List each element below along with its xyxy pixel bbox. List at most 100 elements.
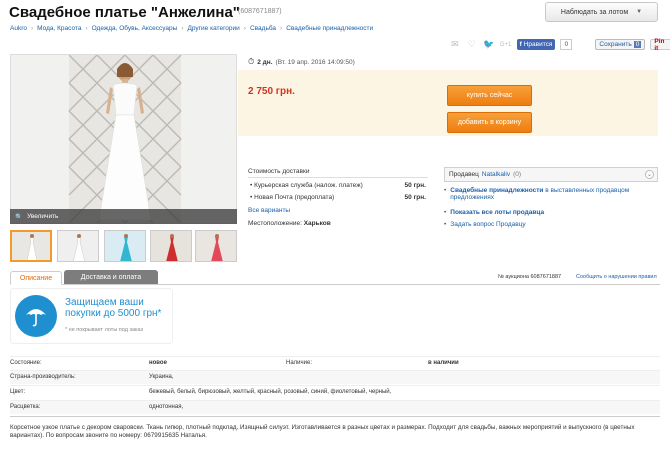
seller-link-category[interactable]: • Свадебные принадлежности в выставленны… <box>444 187 658 201</box>
attribute-value: в наличии <box>428 360 459 366</box>
watch-lot-button[interactable]: Наблюдать за лотом ▼ <box>545 2 658 22</box>
like-icon[interactable]: ♡ <box>466 39 478 50</box>
bullet: • <box>444 187 447 194</box>
buy-now-button[interactable]: купить сейчас <box>447 85 532 106</box>
breadcrumb-separator: › <box>85 25 88 32</box>
bullet: • <box>444 209 447 216</box>
divider <box>10 416 660 417</box>
divider <box>248 177 428 178</box>
breadcrumb: Aukro › Мода, Красота › Одежда, Обувь, Акс… <box>10 25 373 32</box>
breadcrumb-item[interactable]: Одежда, Обувь, Аксессуары <box>92 25 178 32</box>
attribute-label: Наличие: <box>286 360 313 366</box>
breadcrumb-separator: › <box>30 25 34 32</box>
attribute-value: однотонная, <box>149 404 184 410</box>
attribute-value: новое <box>149 360 167 366</box>
breadcrumb-item[interactable]: Свадьба <box>250 25 276 32</box>
protection-title: Защищаем ваши покупки до 5000 грн* <box>65 297 162 319</box>
seller-rating: (0) <box>513 171 522 178</box>
breadcrumb-item[interactable]: Мода, Красота <box>37 25 81 32</box>
thumbnail-4[interactable] <box>150 230 192 262</box>
attribute-row: Страна-производитель: Украина, <box>10 370 660 384</box>
attribute-row: Состояние: новое Наличие: в наличии <box>10 356 660 370</box>
breadcrumb-separator: › <box>243 25 246 32</box>
delivery-title: Стоимость доставки <box>248 168 310 175</box>
magnifier-icon: 🔍 <box>15 213 24 221</box>
attribute-value: Украина, <box>149 374 174 380</box>
attribute-label: Расцветка: <box>10 404 41 410</box>
location: Местоположение: Харьков <box>248 220 331 227</box>
zoom-label: Увеличить <box>27 213 59 220</box>
tab-delivery-payment[interactable]: Доставка и оплата <box>64 270 158 284</box>
google-plus-icon[interactable]: G+1 <box>500 40 512 50</box>
seller-link-all-lots[interactable]: • Показать все лоты продавца <box>444 209 658 216</box>
breadcrumb-item[interactable]: Другие категории <box>187 25 239 32</box>
wedding-dress-photo <box>11 55 236 223</box>
seller-link-text: Задать вопрос Продавцу <box>450 221 526 228</box>
attribute-label: Цвет: <box>10 389 26 395</box>
breadcrumb-separator: › <box>280 25 283 32</box>
price: 2 750 грн. <box>248 86 295 97</box>
social-bar: ✉ ♡ 🐦 G+1 f Нравится 0 Сохранить 0 Pin i… <box>449 37 670 52</box>
thumbnail-1[interactable] <box>10 230 52 262</box>
email-icon[interactable]: ✉ <box>449 39 461 50</box>
seller-header[interactable]: Продавец Natalkaliv (0) ⌄ <box>444 167 658 182</box>
chevron-down-icon[interactable]: ⌄ <box>645 170 654 179</box>
facebook-icon: f <box>519 41 522 48</box>
bullet: • <box>444 221 447 228</box>
pinterest-button[interactable]: Pin it <box>650 37 670 52</box>
thumbnail-5[interactable] <box>195 230 237 262</box>
thumbnail-3[interactable] <box>104 230 146 262</box>
thumbnail-image <box>105 231 145 261</box>
page-title: Свадебное платье "Анжелина" <box>9 4 240 21</box>
facebook-like-count: 0 <box>560 39 573 50</box>
clock-icon: ⏱ <box>248 57 255 66</box>
facebook-like-button[interactable]: f Нравится <box>516 39 556 50</box>
save-button[interactable]: Сохранить 0 <box>595 39 646 50</box>
delivery-option: • Курьерская служба (налож. платеж) 50 г… <box>250 182 426 189</box>
tab-description[interactable]: Описание <box>10 271 62 285</box>
breadcrumb-item[interactable]: Свадебные принадлежности <box>286 25 373 32</box>
thumbnail-2[interactable] <box>57 230 99 262</box>
location-city: Харьков <box>303 220 331 227</box>
all-variants-link[interactable]: Все варианты <box>248 207 290 214</box>
attribute-label: Страна-производитель: <box>10 374 76 380</box>
seller-link-bold: Свадебные принадлежности <box>450 187 544 194</box>
protection-note: * не покрывает лоты под заказ <box>65 327 144 333</box>
breadcrumb-item[interactable]: Aukro <box>10 25 27 32</box>
watch-lot-label: Наблюдать за лотом <box>560 8 629 16</box>
seller-name[interactable]: Natalkaliv <box>482 171 510 178</box>
save-count: 0 <box>633 41 642 48</box>
auction-timer: ⏱ 2 дн. (Вт. 19 апр. 2016 14:09:50) <box>248 57 355 67</box>
report-violation-link[interactable]: Сообщить о нарушении правил <box>576 274 657 280</box>
pinterest-label: Pin it <box>654 37 665 52</box>
umbrella-glyph <box>26 309 46 327</box>
save-label: Сохранить <box>599 41 632 48</box>
location-label: Местоположение: <box>248 220 302 227</box>
thumbnail-image <box>58 231 98 261</box>
tabs-divider <box>10 284 660 285</box>
delivery-option-price: 50 грн. <box>404 182 426 189</box>
delivery-option: • Новая Почта (предоплата) 50 грн. <box>250 194 426 201</box>
thumbnail-image <box>196 231 236 261</box>
thumbnail-image <box>151 231 191 261</box>
zoom-button[interactable]: 🔍 Увеличить <box>10 209 237 224</box>
attribute-row: Цвет: бежевый, белый, бирюзовый, желтый,… <box>10 385 660 399</box>
main-product-image[interactable] <box>10 54 237 224</box>
attribute-row: Расцветка: однотонная, <box>10 400 660 414</box>
thumbnail-image <box>12 232 50 260</box>
lot-id: (6087671887) <box>238 8 282 15</box>
delivery-option-price: 50 грн. <box>404 194 426 201</box>
attribute-label: Состояние: <box>10 360 42 366</box>
seller-link-bold: Показать все лоты продавца <box>450 209 545 216</box>
attribute-value: бежевый, белый, бирюзовый, желтый, красн… <box>149 389 392 395</box>
delivery-option-name: • Курьерская служба (налож. платеж) <box>250 182 363 189</box>
end-time: (Вт. 19 апр. 2016 14:09:50) <box>275 58 355 66</box>
twitter-icon[interactable]: 🐦 <box>483 39 495 50</box>
delivery-option-name: • Новая Почта (предоплата) <box>250 194 335 201</box>
breadcrumb-separator: › <box>181 25 184 32</box>
seller-link-ask-question[interactable]: • Задать вопрос Продавцу <box>444 221 658 228</box>
add-to-cart-button[interactable]: добавить в корзину <box>447 112 532 133</box>
chevron-down-icon: ▼ <box>636 9 643 15</box>
umbrella-icon <box>15 295 57 337</box>
product-description: Корсетное узкое платье с декором сваровс… <box>10 424 635 439</box>
